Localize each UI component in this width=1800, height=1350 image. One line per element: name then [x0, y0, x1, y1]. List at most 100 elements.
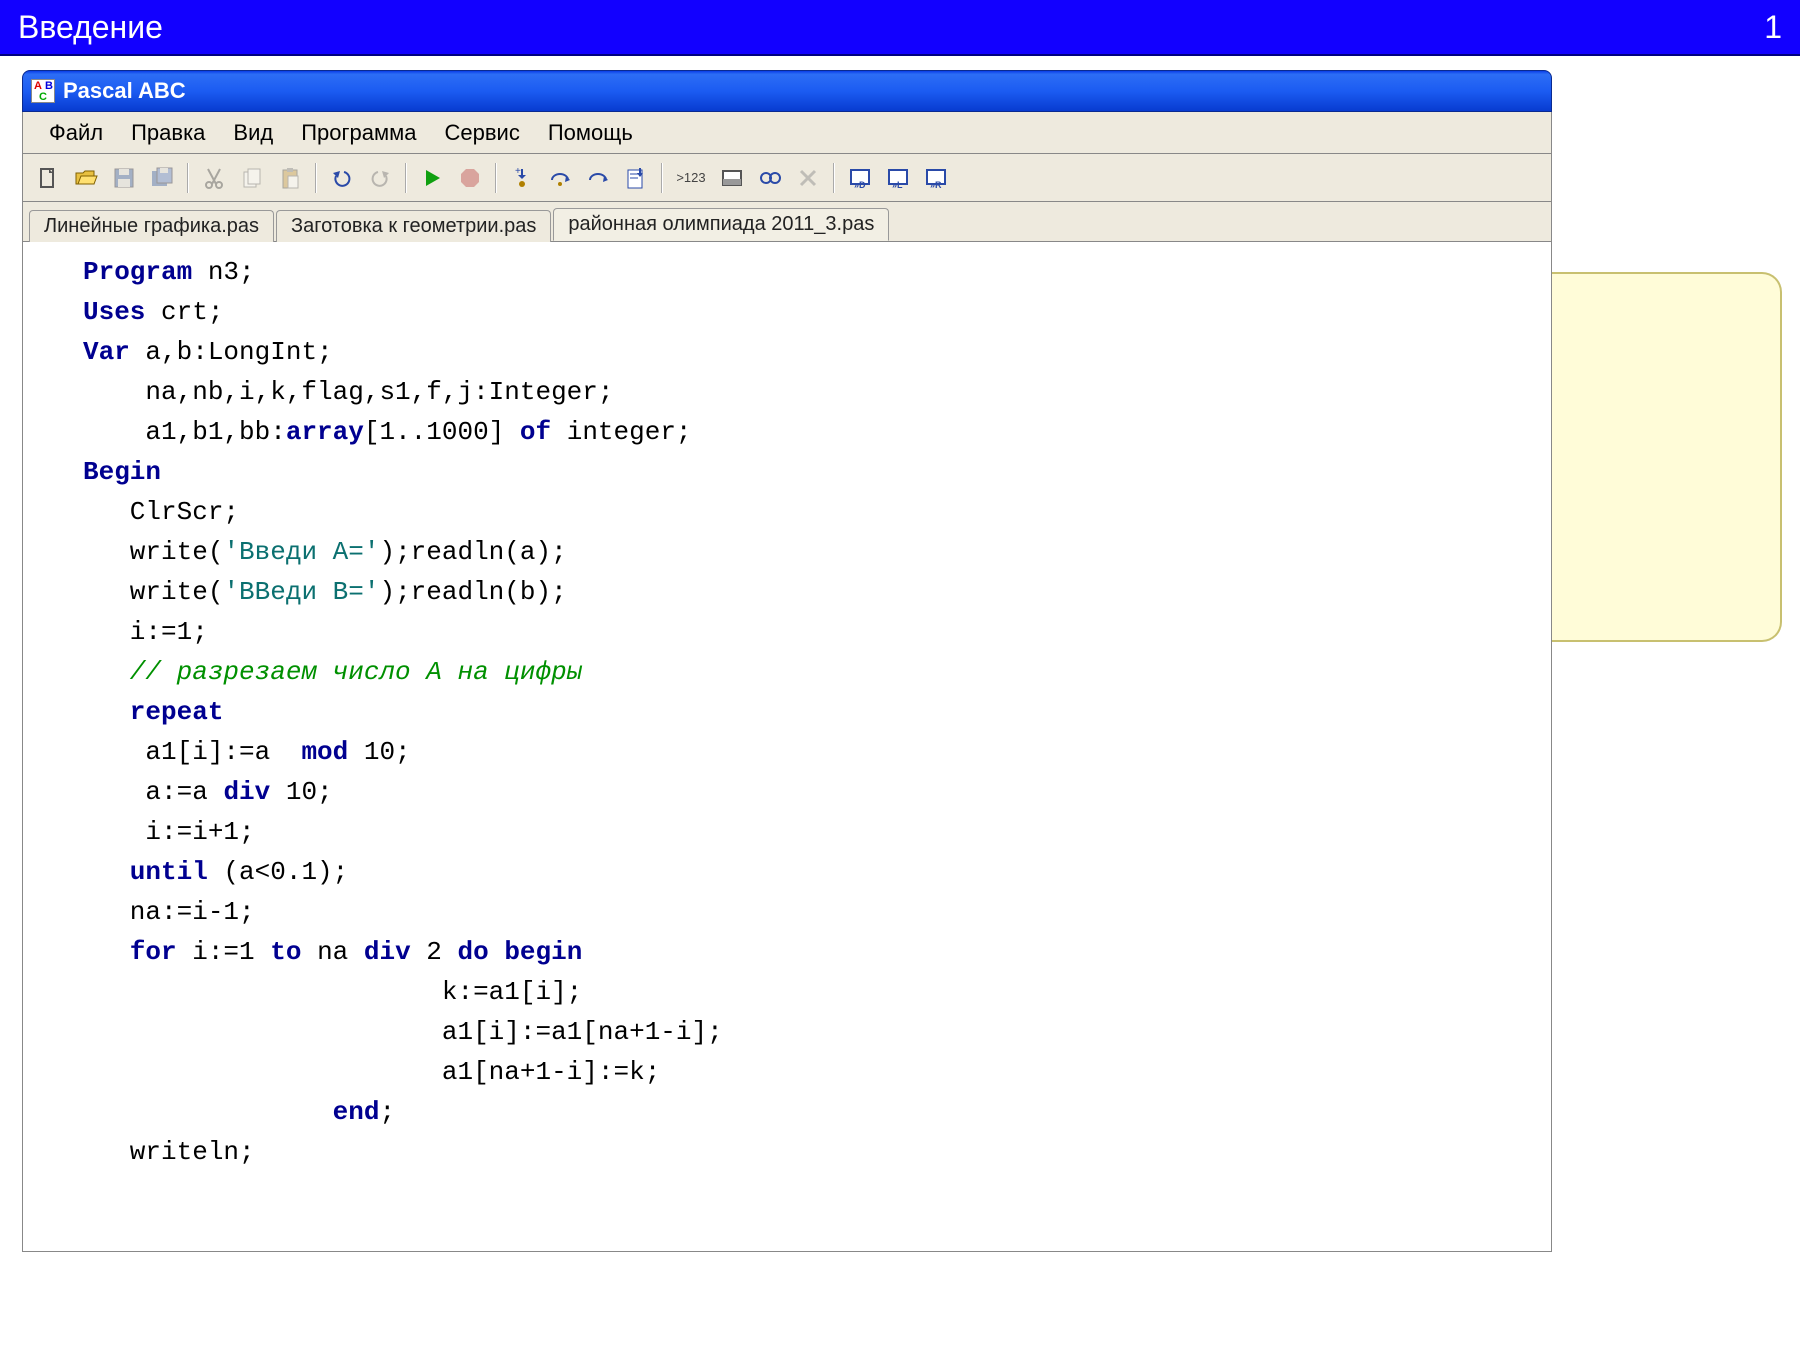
code-text: a1[i]:=a: [83, 737, 301, 767]
code-text: 10;: [270, 777, 332, 807]
code-keyword: do begin: [458, 937, 583, 967]
code-comment: // разрезаем число A на цифры: [83, 657, 582, 687]
toolbar-separator: [661, 163, 663, 193]
toolbar: + >123 »D »L »R: [22, 154, 1552, 202]
code-text: na: [301, 937, 363, 967]
menu-view[interactable]: Вид: [219, 118, 287, 148]
code-keyword: until: [83, 857, 208, 887]
code-text: a1,b1,bb:: [83, 417, 286, 447]
toolbar-separator: [495, 163, 497, 193]
watch-icon[interactable]: [753, 161, 787, 195]
titlebar: C Pascal ABC: [22, 70, 1552, 112]
code-text: );readln(a);: [379, 537, 566, 567]
code-text: [1..1000]: [364, 417, 520, 447]
file-tab-1[interactable]: Линейные графика.pas: [29, 210, 274, 242]
side-note-panel: [1552, 272, 1782, 642]
code-keyword: end: [333, 1097, 380, 1127]
code-keyword: Begin: [83, 457, 161, 487]
menubar: Файл Правка Вид Программа Сервис Помощь: [22, 112, 1552, 154]
cut-icon[interactable]: [197, 161, 231, 195]
run-to-cursor-icon[interactable]: [619, 161, 653, 195]
slide-header: Введение 1: [0, 0, 1800, 56]
code-text: i:=1: [177, 937, 271, 967]
code-keyword: array: [286, 417, 364, 447]
code-text: integer;: [551, 417, 691, 447]
file-tab-3[interactable]: районная олимпиада 2011_3.pas: [553, 208, 889, 241]
code-text: 2: [411, 937, 458, 967]
app-title: Pascal ABC: [63, 78, 186, 104]
code-keyword: for: [83, 937, 177, 967]
toolbar-separator: [187, 163, 189, 193]
code-text: [83, 1097, 333, 1127]
code-keyword: Uses: [83, 297, 145, 327]
step-over-icon[interactable]: [543, 161, 577, 195]
code-text: k:=a1[i];: [83, 977, 582, 1007]
code-text: ClrScr;: [83, 497, 239, 527]
code-text: 10;: [348, 737, 410, 767]
menu-edit[interactable]: Правка: [117, 118, 219, 148]
menu-help[interactable]: Помощь: [534, 118, 647, 148]
run-icon[interactable]: [415, 161, 449, 195]
app-icon: C: [31, 79, 55, 103]
new-file-icon[interactable]: [31, 161, 65, 195]
step-into-icon[interactable]: +: [505, 161, 539, 195]
debug-window-l-icon[interactable]: »L: [881, 161, 915, 195]
slide-page-number: 1: [1764, 9, 1782, 46]
menu-program[interactable]: Программа: [287, 118, 430, 148]
app-window: C Pascal ABC Файл Правка Вид Программа С…: [22, 70, 1552, 1252]
svg-text:»R: »R: [930, 180, 942, 190]
code-text: a:=a: [83, 777, 223, 807]
delete-icon[interactable]: [791, 161, 825, 195]
code-keyword: repeat: [83, 697, 223, 727]
svg-text:»L: »L: [892, 180, 903, 190]
copy-icon[interactable]: [235, 161, 269, 195]
file-tab-2[interactable]: Заготовка к геометрии.pas: [276, 210, 551, 242]
code-keyword: Program: [83, 257, 192, 287]
slide-title: Введение: [18, 9, 163, 46]
redo-icon[interactable]: [363, 161, 397, 195]
code-text: crt;: [145, 297, 223, 327]
code-text: na:=i-1;: [83, 897, 255, 927]
debug-window-d-icon[interactable]: »D: [843, 161, 877, 195]
code-text: writeln;: [83, 1137, 255, 1167]
code-keyword: of: [520, 417, 551, 447]
code-keyword: div: [223, 777, 270, 807]
save-all-icon[interactable]: [145, 161, 179, 195]
code-text: n3;: [192, 257, 254, 287]
code-keyword: Var: [83, 337, 130, 367]
code-text: a1[i]:=a1[na+1-i];: [83, 1017, 723, 1047]
show-vars-icon[interactable]: >123: [671, 161, 711, 195]
toolbar-separator: [405, 163, 407, 193]
tab-strip: Линейные графика.pas Заготовка к геометр…: [22, 202, 1552, 242]
svg-text:»D: »D: [854, 180, 866, 190]
menu-service[interactable]: Сервис: [431, 118, 534, 148]
code-text: ;: [379, 1097, 395, 1127]
code-text: write(: [83, 537, 223, 567]
code-text: a,b:LongInt;: [130, 337, 333, 367]
code-text: );readln(b);: [379, 577, 566, 607]
open-file-icon[interactable]: [69, 161, 103, 195]
toggle-output-icon[interactable]: [715, 161, 749, 195]
toolbar-separator: [833, 163, 835, 193]
svg-text:+: +: [515, 166, 521, 177]
paste-icon[interactable]: [273, 161, 307, 195]
debug-window-r-icon[interactable]: »R: [919, 161, 953, 195]
step-out-icon[interactable]: [581, 161, 615, 195]
stop-icon[interactable]: [453, 161, 487, 195]
code-string: 'Введи A=': [223, 537, 379, 567]
code-keyword: div: [364, 937, 411, 967]
code-text: na,nb,i,k,flag,s1,f,j:Integer;: [83, 377, 614, 407]
toolbar-separator: [315, 163, 317, 193]
undo-icon[interactable]: [325, 161, 359, 195]
code-text: i:=i+1;: [83, 817, 255, 847]
code-text: write(: [83, 577, 223, 607]
code-text: i:=1;: [83, 617, 208, 647]
code-keyword: to: [270, 937, 301, 967]
menu-file[interactable]: Файл: [35, 118, 117, 148]
code-text: (a<0.1);: [208, 857, 348, 887]
code-keyword: mod: [301, 737, 348, 767]
code-editor[interactable]: Program n3; Uses crt; Var a,b:LongInt; n…: [22, 242, 1552, 1252]
code-text: a1[na+1-i]:=k;: [83, 1057, 660, 1087]
code-string: 'ВВеди B=': [223, 577, 379, 607]
save-icon[interactable]: [107, 161, 141, 195]
